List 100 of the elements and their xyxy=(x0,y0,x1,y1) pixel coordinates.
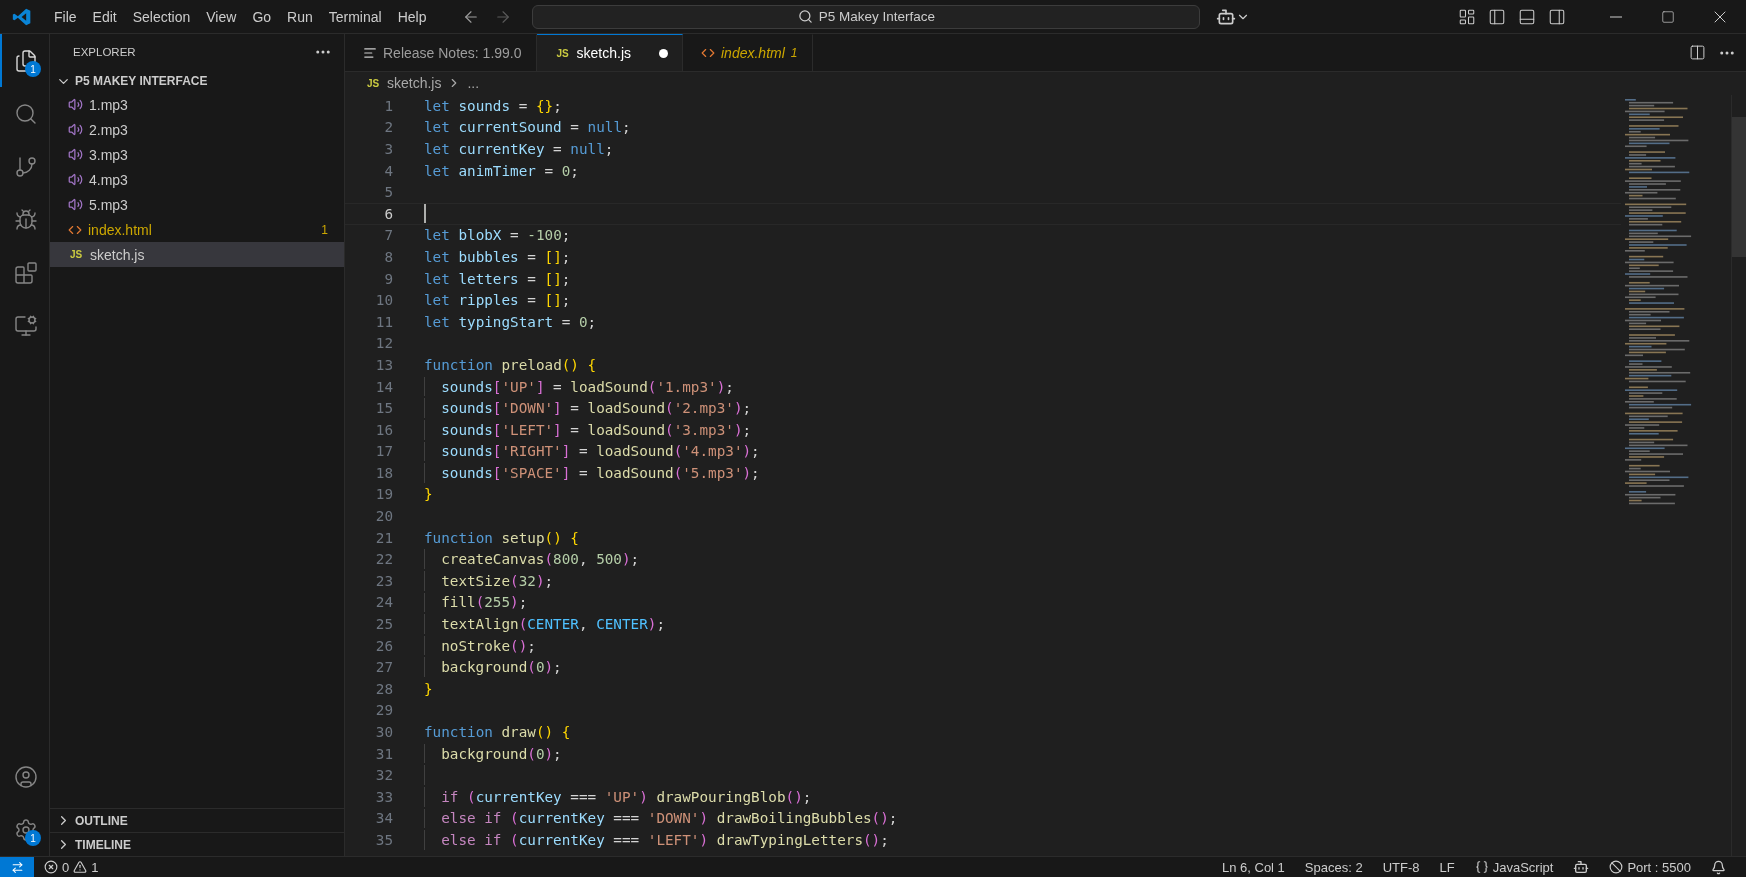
line-number: 33 xyxy=(374,788,393,805)
code-line: let typingStart = 0; xyxy=(424,313,597,330)
line-number: 28 xyxy=(374,680,393,697)
settings-button[interactable]: 1 xyxy=(0,803,49,856)
tab-label: sketch.js xyxy=(576,45,631,61)
error-icon xyxy=(44,860,58,874)
line-number: 15 xyxy=(374,400,393,417)
code-line: let bubbles = []; xyxy=(424,248,571,265)
code-line: background(0); xyxy=(441,745,562,762)
branch-icon xyxy=(13,154,38,179)
port-status[interactable]: Port : 5500 xyxy=(1627,859,1691,875)
explorer-file[interactable]: 4.mp3 xyxy=(50,167,344,192)
line-number: 2 xyxy=(383,119,393,136)
breadcrumb-item[interactable]: ... xyxy=(467,75,480,91)
menu-bar-item[interactable]: Terminal xyxy=(320,8,390,25)
panel-bottom-icon[interactable] xyxy=(1518,7,1536,26)
menu-bar-item[interactable]: Run xyxy=(279,8,321,25)
robot-icon[interactable] xyxy=(1573,859,1590,875)
code-line: if (currentKey === 'UP') drawPouringBlob(); xyxy=(441,788,812,805)
code-line: sounds['UP'] = loadSound('1.mp3'); xyxy=(441,378,734,395)
explorer-file[interactable]: 2.mp3 xyxy=(50,117,344,142)
file-name: 2.mp3 xyxy=(89,121,129,138)
code-line: let ripples = []; xyxy=(424,292,571,309)
search-icon xyxy=(13,101,38,126)
bell-icon[interactable] xyxy=(1711,859,1726,875)
menu-bar-item[interactable]: Go xyxy=(244,8,280,25)
explorer-file[interactable]: 5.mp3 xyxy=(50,192,344,217)
line-number: 13 xyxy=(374,356,393,373)
code-line: sounds['SPACE'] = loadSound('5.mp3'); xyxy=(441,464,760,481)
menu-bar-item[interactable]: Help xyxy=(389,8,435,25)
file-name: 1.mp3 xyxy=(89,96,129,113)
code-line: function setup() { xyxy=(424,529,579,546)
code-line: textSize(32); xyxy=(441,572,554,589)
line-number: 5 xyxy=(383,184,393,201)
line-number: 19 xyxy=(374,486,393,503)
code-line: function draw() { xyxy=(424,724,571,740)
status-bar-text[interactable]: UTF-8 xyxy=(1372,859,1430,875)
file-name: 3.mp3 xyxy=(89,146,129,163)
command-center[interactable]: P5 Makey Interface xyxy=(532,4,1201,29)
workspace-name: P5 Makey Interface xyxy=(818,9,936,24)
explorer-file[interactable]: JS sketch.js xyxy=(50,242,344,267)
code-line: function preload() { xyxy=(424,356,597,373)
menu-bar-item[interactable]: Selection xyxy=(124,8,199,25)
code-line: } xyxy=(424,486,433,503)
code-line: } xyxy=(424,680,433,697)
code-line: createCanvas(800, 500); xyxy=(441,551,640,568)
breadcrumb-item[interactable]: sketch.js xyxy=(387,75,442,91)
file-name: 5.mp3 xyxy=(89,196,129,213)
explorer-file[interactable]: 1.mp3 xyxy=(50,92,344,117)
speaker-icon xyxy=(68,97,83,112)
status-bar-text[interactable]: LF xyxy=(1429,859,1465,875)
tab-label: index.html xyxy=(721,45,785,61)
warning-icon xyxy=(73,860,88,874)
line-number: 9 xyxy=(383,270,393,287)
language-mode[interactable]: JavaScript xyxy=(1492,859,1554,875)
error-count[interactable]: 0 xyxy=(62,859,70,875)
search-icon xyxy=(797,9,813,24)
problem-count: 1 xyxy=(321,222,328,237)
warning-count[interactable]: 1 xyxy=(91,859,99,875)
explorer-file[interactable]: 3.mp3 xyxy=(50,142,344,167)
blocks-icon xyxy=(13,260,38,285)
code-line: else if (currentKey === 'LEFT') drawTypingLetters(); xyxy=(441,832,889,848)
panel-right-icon[interactable] xyxy=(1548,7,1566,26)
file-name: index.html xyxy=(88,221,153,238)
status-bar-text[interactable]: Spaces: 2 xyxy=(1294,859,1373,875)
account-icon xyxy=(13,764,38,789)
line-number: 24 xyxy=(374,594,393,611)
panel-left-icon[interactable] xyxy=(1488,7,1506,26)
editor-tab[interactable]: JS sketch.js xyxy=(536,34,683,71)
line-number: 17 xyxy=(374,443,393,460)
status-bar-text[interactable]: Ln 6, Col 1 xyxy=(1211,859,1295,875)
line-number: 22 xyxy=(374,551,393,568)
menu-bar-item[interactable]: View xyxy=(198,8,245,25)
js-icon: JS xyxy=(554,47,571,59)
section-title: OUTLINE xyxy=(75,813,128,828)
code-line: let currentKey = null; xyxy=(424,141,614,157)
file-name: sketch.js xyxy=(90,246,146,263)
code-line: textAlign(CENTER, CENTER); xyxy=(441,616,665,633)
explorer-file[interactable]: index.html 1 xyxy=(50,217,344,242)
split-editor-icon[interactable] xyxy=(1689,44,1706,61)
line-number: 4 xyxy=(383,162,393,179)
code-line: let blobX = -100; xyxy=(424,227,571,244)
line-number: 32 xyxy=(374,767,393,784)
code-line: let letters = []; xyxy=(424,270,571,287)
file-name: 4.mp3 xyxy=(89,171,129,188)
app-logo xyxy=(12,6,32,27)
maximize-icon xyxy=(1661,9,1675,24)
section-header[interactable]: OUTLINE xyxy=(50,808,344,832)
folder-header[interactable]: P5 MAKEY INTERFACE xyxy=(50,70,344,92)
line-number: 35 xyxy=(374,832,393,848)
code-line: let sounds = {}; xyxy=(424,97,562,114)
minimize-icon xyxy=(1610,15,1622,18)
code-line: let currentSound = null; xyxy=(424,119,631,136)
remote-button[interactable] xyxy=(0,857,34,877)
menu-bar-item[interactable]: Edit xyxy=(84,8,125,25)
layout-icon[interactable] xyxy=(1458,7,1476,26)
lines-icon xyxy=(363,46,377,60)
menu-bar-item[interactable]: File xyxy=(46,8,85,25)
line-number: 34 xyxy=(374,810,393,827)
js-icon: JS xyxy=(365,77,381,89)
